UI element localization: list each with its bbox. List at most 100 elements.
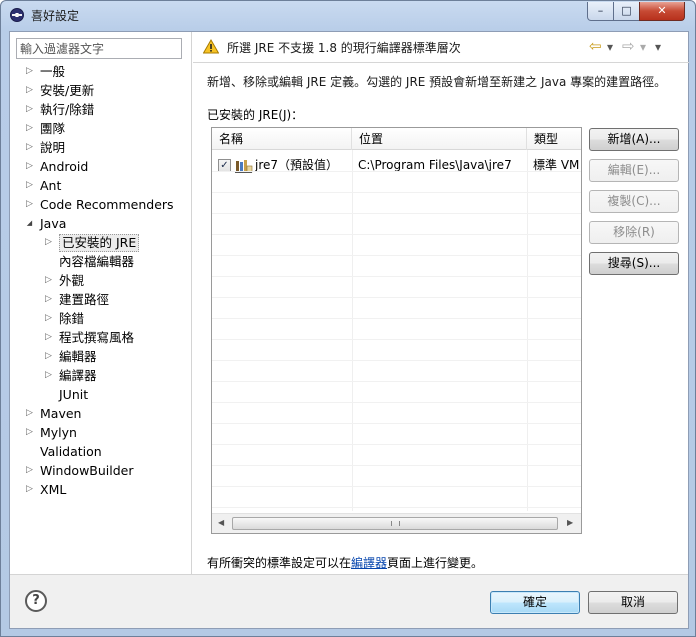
collapsed-arrow-icon[interactable]: [25, 162, 34, 171]
tree-item[interactable]: 內容檔編輯器: [10, 252, 192, 271]
row-grid-line: [212, 192, 581, 193]
collapsed-arrow-icon[interactable]: [44, 314, 53, 323]
tree-item-label: 程式撰寫風格: [59, 330, 135, 345]
collapsed-arrow-icon[interactable]: [25, 67, 34, 76]
tree-item[interactable]: Maven: [10, 404, 192, 423]
expanded-arrow-icon[interactable]: [25, 219, 34, 228]
collapsed-arrow-icon[interactable]: [25, 409, 34, 418]
installed-jres-table[interactable]: 名稱 位置 類型 ✓ jre7（預設值） C:\Program Files\Ja…: [211, 127, 582, 534]
forward-arrow-icon[interactable]: ⇨: [622, 37, 635, 55]
scroll-right-icon[interactable]: ▶: [567, 518, 573, 527]
row-grid-line: [212, 444, 581, 445]
tree-item[interactable]: Java: [10, 214, 192, 233]
collapsed-arrow-icon[interactable]: [44, 238, 53, 247]
help-icon[interactable]: ?: [25, 590, 47, 612]
filter-input[interactable]: [16, 38, 182, 59]
tree-item[interactable]: 程式撰寫風格: [10, 328, 192, 347]
jre-location-cell: C:\Program Files\Java\jre7: [358, 158, 512, 172]
table-row[interactable]: ✓ jre7（預設值） C:\Program Files\Java\jre7 標…: [212, 155, 581, 176]
scrollbar-thumb[interactable]: [232, 517, 558, 530]
collapsed-arrow-icon[interactable]: [25, 466, 34, 475]
close-button[interactable]: ✕: [639, 2, 685, 21]
column-header-type[interactable]: 類型: [527, 128, 581, 150]
row-grid-line: [212, 486, 581, 487]
row-grid-line: [212, 465, 581, 466]
tree-item[interactable]: Validation: [10, 442, 192, 461]
tree-item[interactable]: 外觀: [10, 271, 192, 290]
jre-type-cell: 標準 VM: [533, 158, 580, 172]
jre-name-cell: jre7（預設值）: [255, 158, 339, 172]
collapsed-arrow-icon[interactable]: [44, 352, 53, 361]
title-bar[interactable]: 喜好設定 – □ ✕: [1, 1, 695, 29]
collapsed-arrow-icon[interactable]: [44, 295, 53, 304]
tree-item[interactable]: 除錯: [10, 309, 192, 328]
tree-item[interactable]: 已安裝的 JRE: [10, 233, 192, 252]
tree-item-label: Ant: [40, 178, 62, 193]
remove-jre-button[interactable]: 移除(R): [589, 221, 679, 244]
tree-item[interactable]: 團隊: [10, 119, 192, 138]
collapsed-arrow-icon[interactable]: [25, 181, 34, 190]
forward-history-menu-icon[interactable]: ▾: [640, 40, 646, 54]
edit-jre-button[interactable]: 編輯(E)...: [589, 159, 679, 182]
tree-item-label: 內容檔編輯器: [59, 254, 135, 269]
add-jre-button[interactable]: 新增(A)...: [589, 128, 679, 151]
collapsed-arrow-icon[interactable]: [44, 371, 53, 380]
collapsed-arrow-icon[interactable]: [25, 428, 34, 437]
row-grid-line: [212, 234, 581, 235]
back-arrow-icon[interactable]: ⇦: [589, 37, 602, 55]
row-grid-line: [212, 318, 581, 319]
tree-item-label: WindowBuilder: [40, 463, 134, 478]
collapsed-arrow-icon[interactable]: [25, 105, 34, 114]
collapsed-arrow-icon[interactable]: [44, 333, 53, 342]
tree-item[interactable]: 安裝/更新: [10, 81, 192, 100]
search-jre-button[interactable]: 搜尋(S)...: [589, 252, 679, 275]
collapsed-arrow-icon[interactable]: [44, 276, 53, 285]
tree-item[interactable]: 建置路徑: [10, 290, 192, 309]
tree-item-label: 建置路徑: [59, 292, 110, 307]
footnote-prefix: 有所衝突的標準設定可以在: [207, 556, 352, 570]
tree-item[interactable]: XML: [10, 480, 192, 499]
tree-item[interactable]: 編譯器: [10, 366, 192, 385]
tree-item[interactable]: WindowBuilder: [10, 461, 192, 480]
column-header-location[interactable]: 位置: [352, 128, 527, 150]
dialog-button-bar: ? 確定 取消: [10, 575, 688, 628]
tree-item-label: 一般: [40, 64, 66, 79]
tree-item-label: 團隊: [40, 121, 66, 136]
tree-item-label: 除錯: [59, 311, 85, 326]
tree-item-label: JUnit: [59, 387, 89, 402]
ok-button[interactable]: 確定: [490, 591, 580, 614]
view-menu-icon[interactable]: ▾: [655, 40, 661, 54]
cancel-button[interactable]: 取消: [588, 591, 678, 614]
tree-item[interactable]: 編輯器: [10, 347, 192, 366]
tree-item[interactable]: 執行/除錯: [10, 100, 192, 119]
collapsed-arrow-icon[interactable]: [25, 86, 34, 95]
compiler-page-link[interactable]: 編譯器: [351, 556, 387, 570]
tree-item-label: 執行/除錯: [40, 102, 95, 117]
tree-item-label: 編譯器: [59, 368, 97, 383]
minimize-button[interactable]: –: [587, 2, 614, 21]
column-header-name[interactable]: 名稱: [212, 128, 352, 150]
horizontal-scrollbar[interactable]: ◀ ▶: [212, 513, 581, 533]
tree-item[interactable]: Mylyn: [10, 423, 192, 442]
row-grid-line: [212, 360, 581, 361]
tree-item[interactable]: Ant: [10, 176, 192, 195]
collapsed-arrow-icon[interactable]: [25, 143, 34, 152]
row-grid-line: [212, 339, 581, 340]
tree-item-label: 說明: [40, 140, 66, 155]
row-grid-line: [212, 297, 581, 298]
tree-item[interactable]: JUnit: [10, 385, 192, 404]
header-divider: [193, 62, 689, 63]
maximize-button[interactable]: □: [613, 2, 640, 21]
row-grid-line: [212, 507, 581, 508]
collapsed-arrow-icon[interactable]: [25, 124, 34, 133]
scroll-left-icon[interactable]: ◀: [218, 518, 224, 527]
collapsed-arrow-icon[interactable]: [25, 485, 34, 494]
preference-page: 所選 JRE 不支援 1.8 的現行編譯器標準層次 ⇦ ▾ ⇨ ▾ ▾ 新增、移…: [193, 32, 689, 574]
tree-item[interactable]: 說明: [10, 138, 192, 157]
tree-item[interactable]: Code Recommenders: [10, 195, 192, 214]
tree-item[interactable]: Android: [10, 157, 192, 176]
tree-item[interactable]: 一般: [10, 62, 192, 81]
collapsed-arrow-icon[interactable]: [25, 200, 34, 209]
back-history-menu-icon[interactable]: ▾: [607, 40, 613, 54]
duplicate-jre-button[interactable]: 複製(C)...: [589, 190, 679, 213]
